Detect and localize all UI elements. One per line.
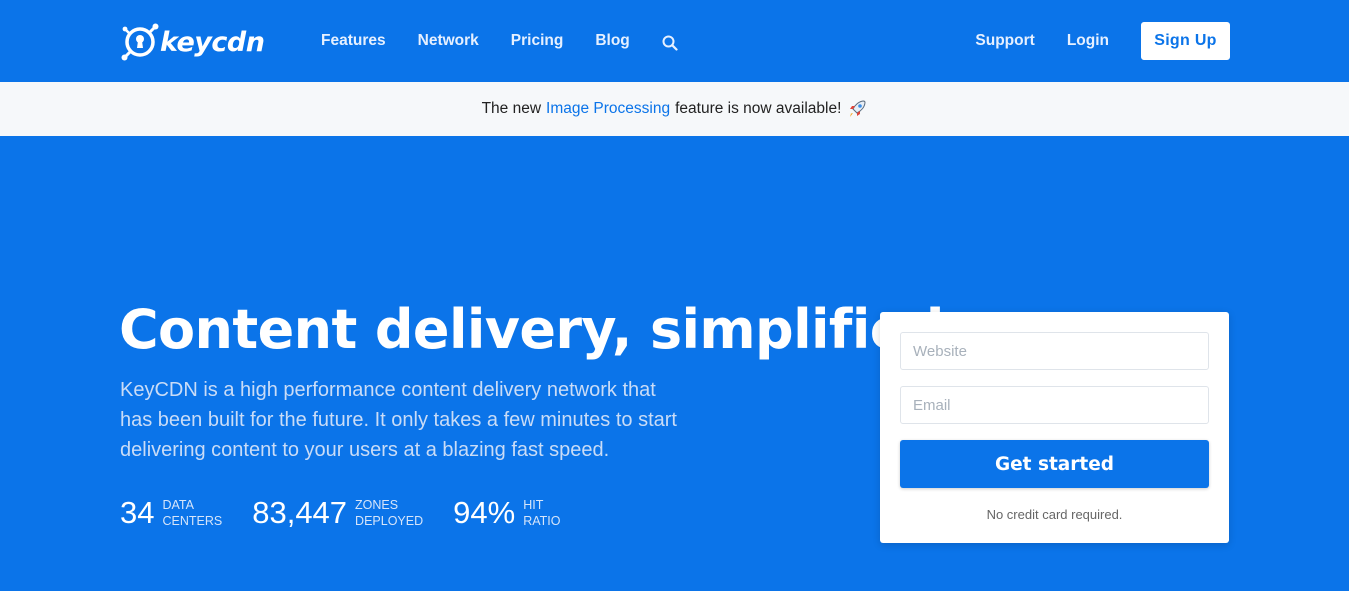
sign-up-button[interactable]: Sign Up xyxy=(1141,22,1230,60)
announcement-bar: The new Image Processing feature is now … xyxy=(0,82,1349,136)
stats-row: 34 DATA CENTERS 83,447 ZONES DEPLOYED 94… xyxy=(120,494,590,532)
stat-label-line: CENTERS xyxy=(162,514,223,528)
nav-link-pricing[interactable]: Pricing xyxy=(511,31,564,51)
stat-label-line: ZONES xyxy=(355,498,399,512)
account-nav: Support Login Sign Up xyxy=(975,21,1230,61)
signup-card: Get started No credit card required. xyxy=(880,312,1229,543)
hero-title: Content delivery, simplified. xyxy=(119,298,964,361)
search-icon[interactable] xyxy=(662,35,678,51)
top-navbar: keycdn Features Network Pricing Blog Sup… xyxy=(0,0,1349,82)
primary-nav: Features Network Pricing Blog xyxy=(321,31,678,51)
keycdn-logo[interactable]: keycdn xyxy=(120,22,265,62)
nav-link-blog[interactable]: Blog xyxy=(595,31,629,51)
stat-label: DATA CENTERS xyxy=(162,497,222,529)
nav-link-login[interactable]: Login xyxy=(1067,21,1109,61)
stat-label-line: RATIO xyxy=(523,514,561,528)
nav-link-support[interactable]: Support xyxy=(975,21,1034,61)
stat-label-line: DEPLOYED xyxy=(355,514,424,528)
website-input[interactable] xyxy=(900,332,1209,370)
keyhole-icon xyxy=(121,23,159,61)
nav-link-network[interactable]: Network xyxy=(418,31,479,51)
stat-hit-ratio: 94% HIT RATIO xyxy=(453,494,560,532)
nav-link-features[interactable]: Features xyxy=(321,31,386,51)
stat-label-line: HIT xyxy=(523,498,544,512)
stat-label: ZONES DEPLOYED xyxy=(355,497,423,529)
announcement-text-after: feature is now available! xyxy=(675,100,842,117)
announcement-text-before: The new xyxy=(481,100,542,117)
email-input[interactable] xyxy=(900,386,1209,424)
rocket-icon xyxy=(847,99,867,119)
image-processing-link[interactable]: Image Processing xyxy=(546,100,670,118)
hero-description: KeyCDN is a high performance content del… xyxy=(120,379,677,461)
stat-value: 34 xyxy=(120,495,155,530)
stat-label: HIT RATIO xyxy=(523,497,560,529)
stat-value: 94% xyxy=(453,495,516,530)
stat-data-centers: 34 DATA CENTERS xyxy=(120,494,222,532)
no-credit-card-note: No credit card required. xyxy=(986,507,1123,522)
stat-zones-deployed: 83,447 ZONES DEPLOYED xyxy=(252,494,423,532)
stat-label-line: DATA xyxy=(162,498,194,512)
brand-name: keycdn xyxy=(160,26,265,58)
get-started-button[interactable]: Get started xyxy=(900,440,1209,488)
stat-value: 83,447 xyxy=(252,495,348,530)
